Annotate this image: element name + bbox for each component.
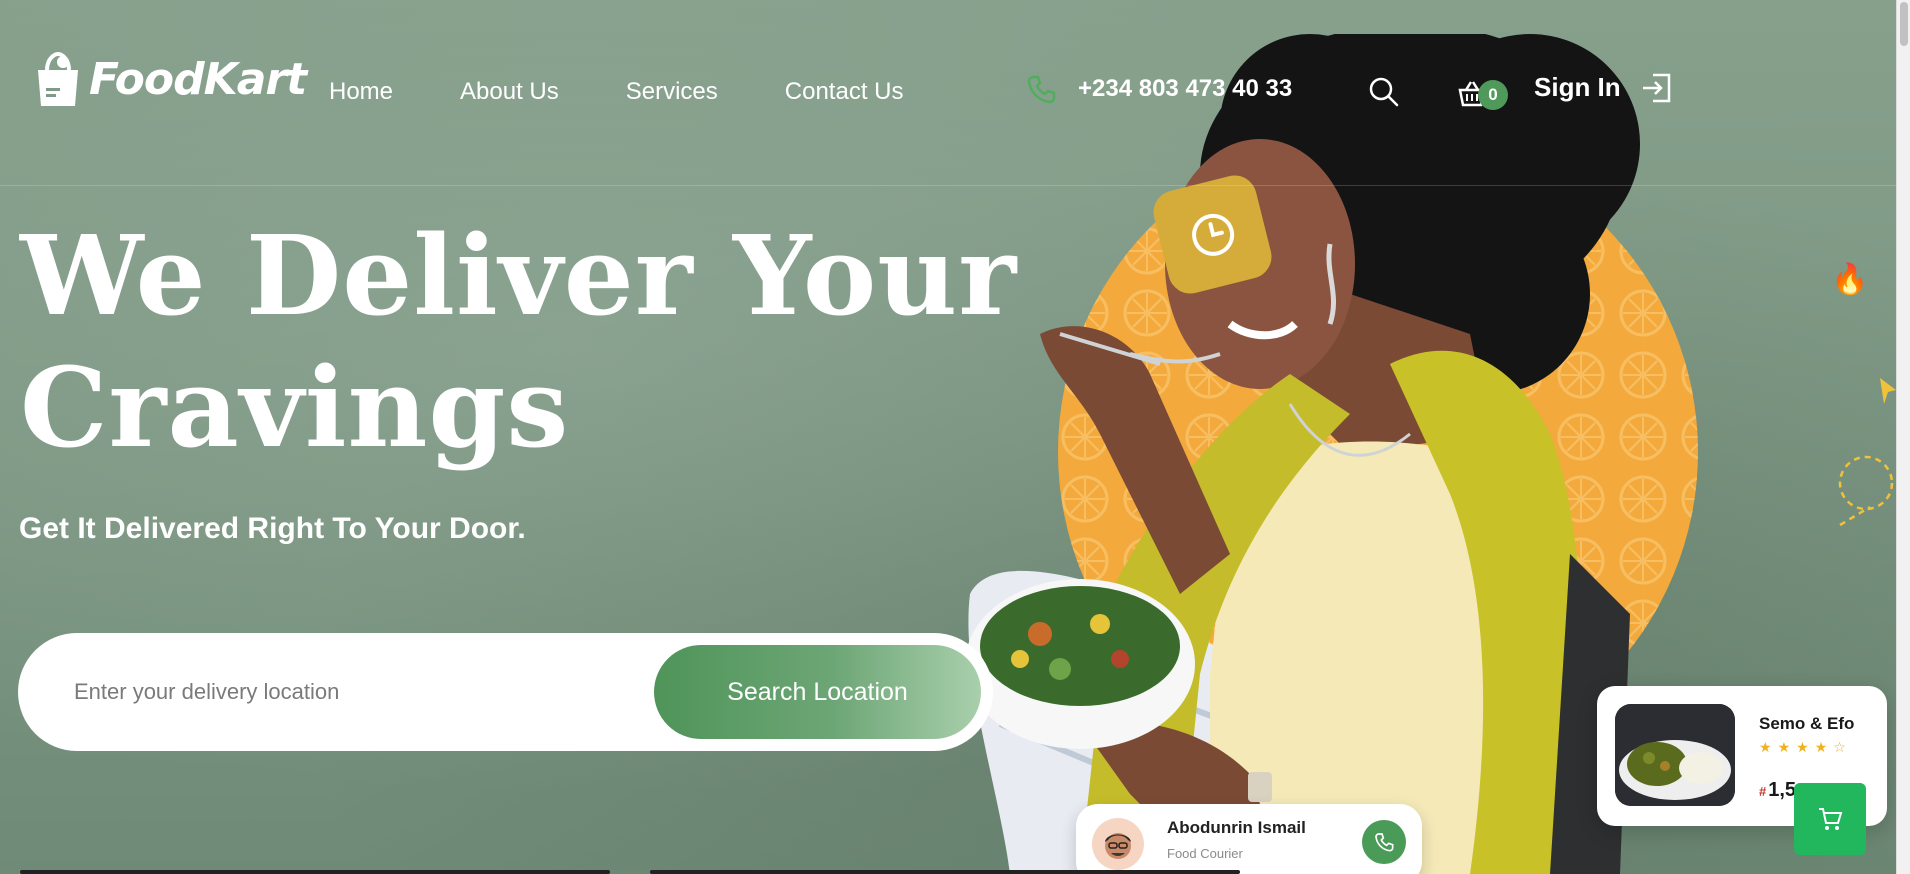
dashed-circle-decoration: [1838, 455, 1894, 527]
product-price: #1,5: [1759, 779, 1796, 802]
login-icon: [1642, 73, 1670, 102]
shopping-bag-icon: [38, 51, 78, 106]
phone-icon: [1027, 75, 1056, 104]
sign-in-button[interactable]: Sign In: [1534, 72, 1671, 103]
sign-in-label: Sign In: [1534, 72, 1621, 102]
location-search-bar: Search Location: [18, 633, 993, 751]
brand-logo[interactable]: FoodKart: [33, 50, 307, 108]
price-currency: #: [1759, 784, 1767, 799]
cart-button[interactable]: 0: [1458, 76, 1514, 116]
star-icon: ★: [1796, 740, 1809, 756]
search-location-button[interactable]: Search Location: [654, 645, 981, 739]
product-image: [1615, 704, 1735, 806]
hero-headline: We Deliver Your Cravings: [20, 210, 1020, 474]
delivery-location-input[interactable]: [74, 669, 634, 715]
courier-card: Abodunrin Ismail Food Courier: [1076, 804, 1422, 874]
headline-line-2: Cravings: [20, 343, 570, 472]
nav-item-services[interactable]: Services: [626, 78, 718, 106]
scrollbar-thumb[interactable]: [1900, 2, 1908, 46]
section-edge-decoration: [20, 870, 1240, 874]
price-value: 1,5: [1768, 779, 1797, 801]
add-to-cart-button[interactable]: [1794, 783, 1866, 855]
phone-icon: [1375, 833, 1394, 852]
search-icon[interactable]: [1368, 76, 1400, 108]
fire-icon: 🔥: [1831, 262, 1869, 297]
cart-count-badge: 0: [1478, 80, 1508, 110]
star-icon: ★: [1759, 740, 1772, 756]
avatar: [1092, 818, 1144, 870]
courier-name: Abodunrin Ismail: [1167, 818, 1306, 837]
main-nav: Home About Us Services Contact Us: [329, 78, 904, 106]
cart-icon: [1819, 808, 1843, 830]
brand-name: FoodKart: [89, 53, 307, 105]
call-courier-button[interactable]: [1362, 820, 1406, 864]
courier-role: Food Courier: [1167, 846, 1243, 861]
product-name: Semo & Efo: [1759, 714, 1855, 733]
page-scrollbar[interactable]: [1896, 0, 1910, 874]
nav-item-about-us[interactable]: About Us: [460, 78, 559, 106]
star-icon: ★: [1777, 740, 1791, 756]
headline-line-1: We Deliver Your: [20, 211, 1018, 340]
nav-item-home[interactable]: Home: [329, 78, 393, 106]
nav-item-contact-us[interactable]: Contact Us: [785, 78, 904, 106]
hero-subheadline: Get It Delivered Right To Your Door.: [19, 512, 526, 545]
cursor-arrow-icon: [1880, 378, 1896, 404]
product-rating: ★ ★ ★ ★ ☆: [1759, 740, 1846, 756]
phone-number: +234 803 473 40 33: [1078, 75, 1293, 102]
site-header: FoodKart Home About Us Services Contact …: [0, 0, 1896, 186]
phone-contact[interactable]: +234 803 473 40 33: [1026, 74, 1292, 104]
star-empty-icon: ☆: [1833, 740, 1846, 756]
star-icon: ★: [1814, 740, 1828, 756]
